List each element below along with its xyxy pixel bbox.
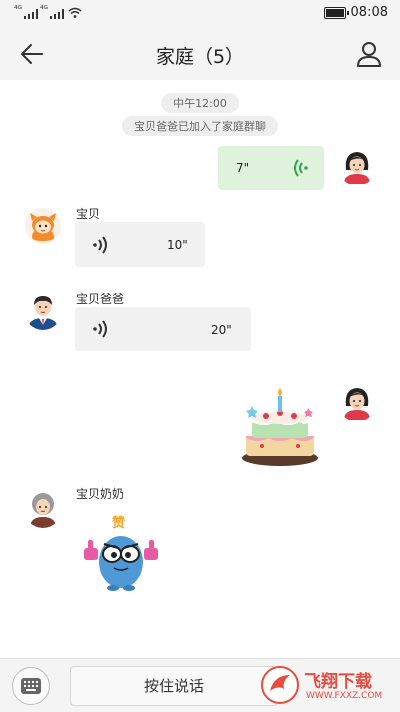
hold-to-talk-button[interactable]: 按住说话 [70, 666, 278, 706]
signal-label-1: ⁴ᴳ [14, 5, 22, 15]
voice-message-bubble[interactable]: 10" [75, 222, 205, 267]
voice-duration: 20" [211, 323, 232, 337]
app-header: 家庭（5） [0, 28, 400, 80]
birthday-cake-sticker[interactable] [238, 386, 322, 470]
person-icon[interactable] [356, 40, 382, 68]
sender-name: 宝贝 [76, 207, 101, 221]
keyboard-icon [21, 678, 41, 694]
avatar-me[interactable] [338, 148, 376, 186]
woman-avatar-icon [344, 388, 370, 420]
man-avatar-icon [28, 296, 58, 330]
woman-avatar-icon [344, 152, 370, 184]
clock: 08:08 [350, 5, 388, 20]
voice-wave-icon [294, 159, 308, 177]
avatar-baobei-baba[interactable] [24, 292, 62, 330]
voice-duration: 7" [236, 161, 250, 175]
sender-name: 宝贝爸爸 [76, 292, 125, 306]
avatar-baobei[interactable] [24, 207, 62, 245]
fxxz-logo-icon [261, 666, 299, 704]
avatar-me[interactable] [338, 384, 376, 422]
grandma-avatar-icon [30, 493, 56, 528]
voice-wave-icon [93, 236, 107, 254]
voice-message-bubble[interactable]: 7" [218, 146, 324, 190]
wifi-icon [68, 7, 82, 18]
signal-icon [24, 9, 38, 19]
signal-icon [50, 9, 64, 19]
avatar-baobei-nainai[interactable] [24, 490, 62, 528]
watermark-url: WWW.FXXZ.COM [306, 691, 383, 701]
voice-wave-icon [93, 320, 107, 338]
input-bar: 按住说话 飞翔下载 WWW.FXXZ.COM [0, 658, 400, 712]
voice-message-bubble[interactable]: 20" [75, 307, 251, 351]
child-avatar-icon [25, 208, 61, 244]
thumbs-up-monster-sticker[interactable]: 赞 [78, 512, 164, 592]
battery-icon [324, 7, 349, 19]
time-label: 中午12:00 [161, 93, 239, 113]
sender-name: 宝贝奶奶 [76, 487, 125, 501]
system-notice: 宝贝爸爸已加入了家庭群聊 [122, 116, 278, 136]
watermark-text: 飞翔下载 [304, 672, 372, 692]
monster-icon [84, 536, 158, 591]
signal-label-2: ⁴ᴳ [40, 5, 48, 15]
keyboard-toggle-button[interactable] [12, 667, 50, 705]
watermark-logo: 飞翔下载 WWW.FXXZ.COM [260, 665, 390, 705]
voice-duration: 10" [167, 238, 188, 252]
chat-area[interactable]: 中午12:00 宝贝爸爸已加入了家庭群聊 7" 宝贝 10" 宝贝爸爸 20" … [0, 80, 400, 658]
status-bar: ⁴ᴳ ⁴ᴳ 08:08 [0, 0, 400, 28]
page-title: 家庭（5） [155, 46, 245, 68]
